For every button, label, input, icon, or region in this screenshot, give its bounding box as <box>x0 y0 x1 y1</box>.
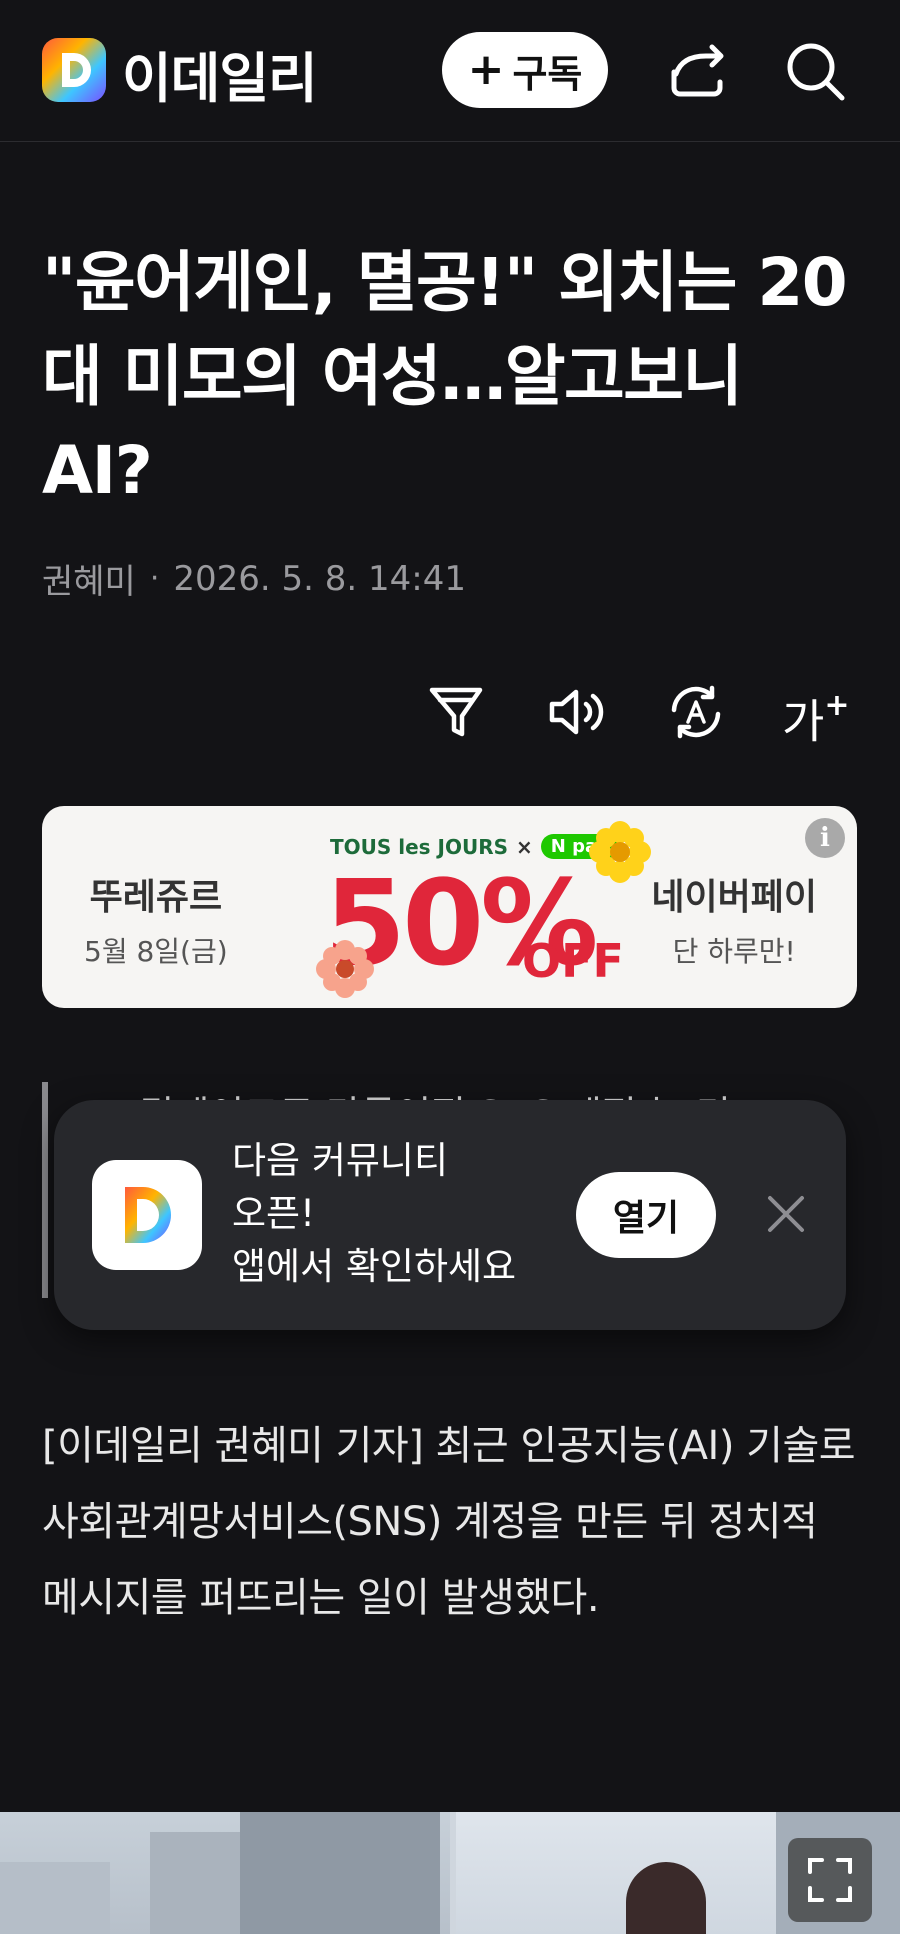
brand-name[interactable]: 이데일리 <box>122 34 318 113</box>
ad-left-block: 뚜레쥬르 5월 8일(금) <box>84 868 228 970</box>
ad-banner[interactable]: 뚜레쥬르 5월 8일(금) TOUS les JOURS × N pay 50%… <box>42 806 857 1008</box>
daum-app-icon <box>92 1160 202 1270</box>
ad-right-subtitle: 단 하루만! <box>672 935 796 968</box>
top-header: 이데일리 + 구독 <box>0 0 900 142</box>
flower-pink-icon <box>316 940 374 998</box>
daum-logo-icon[interactable] <box>42 38 106 102</box>
search-icon[interactable] <box>782 38 848 104</box>
font-size-icon[interactable]: 가+ <box>782 680 852 748</box>
photo-left-panel <box>0 1812 450 1934</box>
article-body: [이데일리 권혜미 기자] 최근 인공지능(AI) 기술로 사회관계망서비스(S… <box>42 1423 856 1621</box>
toast-line-1: 다음 커뮤니티 <box>232 1139 449 1182</box>
flower-yellow-icon <box>589 821 651 883</box>
subscribe-button[interactable]: + 구독 <box>442 32 608 108</box>
expand-photo-button[interactable] <box>788 1838 872 1922</box>
filter-icon[interactable] <box>424 680 488 744</box>
ad-left-subtitle: 5월 8일(금) <box>84 935 228 968</box>
author-name[interactable]: 권혜미 <box>42 554 136 603</box>
ad-right-block: 네이버페이 단 하루만! <box>651 868 817 970</box>
ad-left-title: 뚜레쥬르 <box>89 877 223 918</box>
ad-right-title: 네이버페이 <box>651 877 817 918</box>
ad-info-icon[interactable]: i <box>805 818 845 858</box>
article-photo[interactable] <box>0 1812 900 1934</box>
toast-open-button[interactable]: 열기 <box>576 1172 716 1258</box>
toast-message: 다음 커뮤니티 오픈! 앱에서 확인하세요 <box>232 1134 516 1293</box>
ad-off-label: OFF <box>522 934 624 988</box>
close-icon[interactable] <box>764 1192 808 1236</box>
toast-line-3: 앱에서 확인하세요 <box>232 1245 517 1288</box>
fullscreen-icon <box>808 1858 852 1902</box>
share-icon[interactable] <box>664 38 730 104</box>
publish-datetime: 2026. 5. 8. 14:41 <box>173 558 467 599</box>
toast-line-2: 오픈! <box>232 1192 315 1235</box>
translate-icon[interactable] <box>664 680 728 744</box>
audio-icon[interactable] <box>544 680 608 744</box>
app-promo-toast[interactable]: 다음 커뮤니티 오픈! 앱에서 확인하세요 열기 <box>54 1100 846 1330</box>
subscribe-label: 구독 <box>512 51 583 96</box>
plus-icon: + <box>467 44 505 95</box>
quote-bar <box>42 1082 48 1298</box>
separator-dot: · <box>149 561 160 596</box>
byline: 권혜미 · 2026. 5. 8. 14:41 <box>42 554 466 603</box>
article-title: "윤어게인, 멸공!" 외치는 20대 미모의 여성…알고보니 AI? <box>42 244 848 509</box>
